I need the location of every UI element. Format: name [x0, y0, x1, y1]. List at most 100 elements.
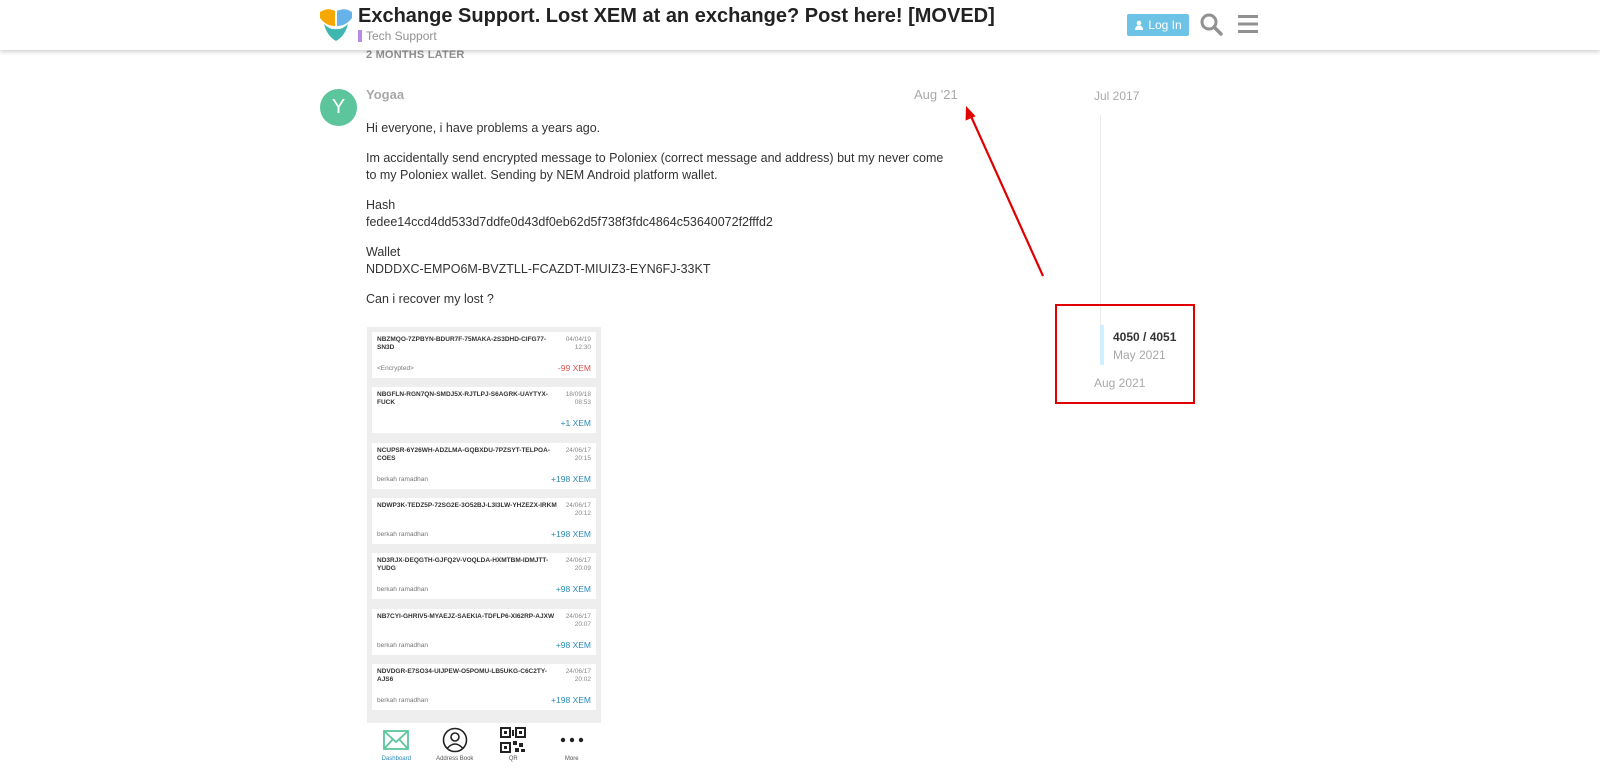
user-icon [1135, 20, 1144, 30]
nem-logo[interactable] [318, 6, 354, 42]
transaction-card: NBZMQO-7ZPBYN-BDUR7F-75MAKA-2S3DHD-CIFG7… [372, 332, 596, 378]
tx-datetime: 24/06/17 20:02 [551, 668, 591, 684]
person-icon [442, 727, 468, 753]
post-body: Hi everyone, i have problems a years ago… [366, 120, 956, 321]
search-icon[interactable] [1199, 12, 1223, 36]
tx-time: 12:30 [574, 344, 591, 351]
tx-date: 24/06/17 [565, 446, 591, 454]
tx-amount-unit: XEM [572, 418, 591, 429]
tx-amount-unit: XEM [572, 528, 591, 539]
avatar[interactable]: Y [320, 89, 357, 126]
tx-datetime: 18/09/18 08:53 [551, 391, 591, 407]
tx-datetime: 24/06/17 20:15 [551, 447, 591, 463]
tx-address: NBZMQO-7ZPBYN-BDUR7F-75MAKA-2S3DHD-CIFG7… [377, 336, 547, 351]
time-gap-label: 2 MONTHS LATER [366, 49, 465, 61]
tx-time: 20:15 [574, 454, 591, 462]
tx-sender: berkah ramadhan [377, 530, 428, 538]
tx-amount-unit: XEM [572, 473, 591, 484]
tx-address: NCUPSR-6Y26WH-ADZLMA-GQBXDU-7PZSYT-TELPO… [377, 446, 550, 462]
tx-amount-unit: XEM [572, 363, 591, 373]
tx-amount: +198 XEM [551, 695, 591, 705]
tx-time: 20:12 [574, 509, 591, 517]
timeline-start-date[interactable]: Jul 2017 [1094, 89, 1139, 103]
tx-amount-unit: XEM [572, 584, 591, 595]
tx-datetime: 24/06/17 20:12 [551, 502, 591, 518]
hash-block: Hash fedee14ccd4dd533d7ddfe0d43df0eb62d5… [366, 197, 956, 231]
tx-date: 24/06/17 [565, 667, 591, 675]
annotation-arrow [965, 106, 1045, 277]
tx-time: 20:07 [574, 620, 591, 628]
tx-amount-value: +198 [551, 473, 571, 484]
tx-date: 24/06/17 [565, 612, 591, 620]
post-paragraph: Hi everyone, i have problems a years ago… [366, 121, 601, 135]
site-header: Exchange Support. Lost XEM at an exchang… [0, 0, 1600, 50]
tx-time: 20:02 [574, 675, 591, 683]
wallet-screenshot-image[interactable]: NBZMQO-7ZPBYN-BDUR7F-75MAKA-2S3DHD-CIFG7… [367, 327, 601, 771]
post-date[interactable]: Aug '21 [914, 87, 958, 102]
topic-title[interactable]: Exchange Support. Lost XEM at an exchang… [358, 5, 995, 28]
annotation-highlight-box [1055, 304, 1195, 404]
tx-sender: berkah ramadhan [377, 641, 428, 649]
tx-amount-unit: XEM [572, 694, 591, 705]
hash-value: fedee14ccd4dd533d7ddfe0d43df0eb62d5f738f… [366, 215, 773, 229]
tx-date: 24/06/17 [565, 557, 591, 565]
category-label: Tech Support [366, 29, 437, 43]
category-badge[interactable]: Tech Support [358, 29, 437, 43]
tx-amount-unit: XEM [572, 639, 591, 650]
wallet-label: Wallet [366, 245, 401, 259]
tx-amount: -99 XEM [558, 363, 591, 373]
transaction-card: NB7CYI-GHRIV5-MYAEJZ-SAEKIA-TDFLP6-XI62R… [372, 608, 596, 655]
wallet-block: Wallet NDDDXC-EMPO6M-BVZTLL-FCAZDT-MIUIZ… [366, 244, 956, 278]
tx-datetime: 24/06/17 20:07 [551, 613, 591, 629]
tx-datetime: 24/06/17 20:09 [551, 557, 591, 573]
tx-time: 08:53 [574, 399, 591, 407]
tx-date: 04/04/19 [565, 336, 591, 343]
tx-amount-value: +1 [560, 418, 571, 429]
tx-sender: berkah ramadhan [377, 696, 428, 704]
tx-amount-value: +198 [551, 694, 571, 705]
hamburger-menu-icon[interactable] [1236, 12, 1260, 36]
nav-address-book: Address Book [430, 727, 480, 762]
nav-more: More [547, 727, 597, 762]
hash-label: Hash [366, 198, 396, 212]
nav-label: Dashboard [381, 756, 411, 762]
post-question: Can i recover my lost ? [366, 292, 494, 306]
post-paragraph: Im accidentally send encrypted message t… [366, 151, 944, 182]
tx-amount: +1 XEM [561, 418, 592, 428]
wallet-bottom-nav: Dashboard Address Book QR More [367, 723, 601, 771]
more-dots-icon [560, 737, 583, 743]
tx-address: NB7CYI-GHRIV5-MYAEJZ-SAEKIA-TDFLP6-XI62R… [377, 612, 555, 620]
transaction-card: NDWP3K-TEDZ5P-72SG2E-3O52BJ-L3I3LW-YHZEZ… [372, 497, 596, 544]
post-username[interactable]: Yogaa [366, 87, 404, 102]
tx-date: 18/09/18 [565, 391, 591, 399]
tx-sender: <Encrypted> [377, 365, 414, 372]
transaction-card: NDVDGR-E7SO34-UIJPEW-O5POMU-LB5UKG-C6C2T… [372, 663, 596, 710]
nav-label: More [564, 756, 579, 762]
qr-code-icon [500, 727, 527, 753]
wallet-value: NDDDXC-EMPO6M-BVZTLL-FCAZDT-MIUIZ3-EYN6F… [366, 262, 711, 276]
nav-label: Address Book [436, 756, 474, 762]
nav-dashboard: Dashboard [371, 727, 421, 762]
tx-sender: berkah ramadhan [377, 586, 428, 594]
tx-amount: +98 XEM [556, 584, 591, 594]
tx-amount-value: +198 [551, 528, 571, 539]
tx-date: 24/06/17 [565, 501, 591, 509]
tx-datetime: 04/04/19 12:30 [551, 336, 591, 352]
tx-address: NBGFLN-RGN7QN-SMDJ5X-RJTLPJ-S6AGRK-UAYTY… [377, 391, 548, 407]
login-label: Log In [1148, 18, 1182, 32]
tx-amount: +98 XEM [556, 640, 591, 650]
tx-amount-value: -99 [557, 363, 571, 373]
tx-address: NDWP3K-TEDZ5P-72SG2E-3O52BJ-L3I3LW-YHZEZ… [377, 501, 557, 509]
tx-amount-value: +98 [555, 639, 571, 650]
tx-time: 20:09 [574, 565, 591, 573]
transaction-card: ND3RJX-DEQGTH-GJFQ2V-VOQLDA-HXMTBM-IDMJT… [372, 553, 596, 600]
transaction-card: NBGFLN-RGN7QN-SMDJ5X-RJTLPJ-S6AGRK-UAYTY… [372, 387, 596, 434]
nav-qr: QR [488, 727, 538, 762]
tx-address: ND3RJX-DEQGTH-GJFQ2V-VOQLDA-HXMTBM-IDMJT… [377, 557, 549, 573]
transaction-card: NCUPSR-6Y26WH-ADZLMA-GQBXDU-7PZSYT-TELPO… [372, 442, 596, 489]
tx-amount: +198 XEM [551, 474, 591, 484]
tx-amount: +198 XEM [551, 529, 591, 539]
tx-address: NDVDGR-E7SO34-UIJPEW-O5POMU-LB5UKG-C6C2T… [377, 667, 547, 683]
tx-sender: berkah ramadhan [377, 475, 428, 483]
login-button[interactable]: Log In [1127, 14, 1189, 36]
